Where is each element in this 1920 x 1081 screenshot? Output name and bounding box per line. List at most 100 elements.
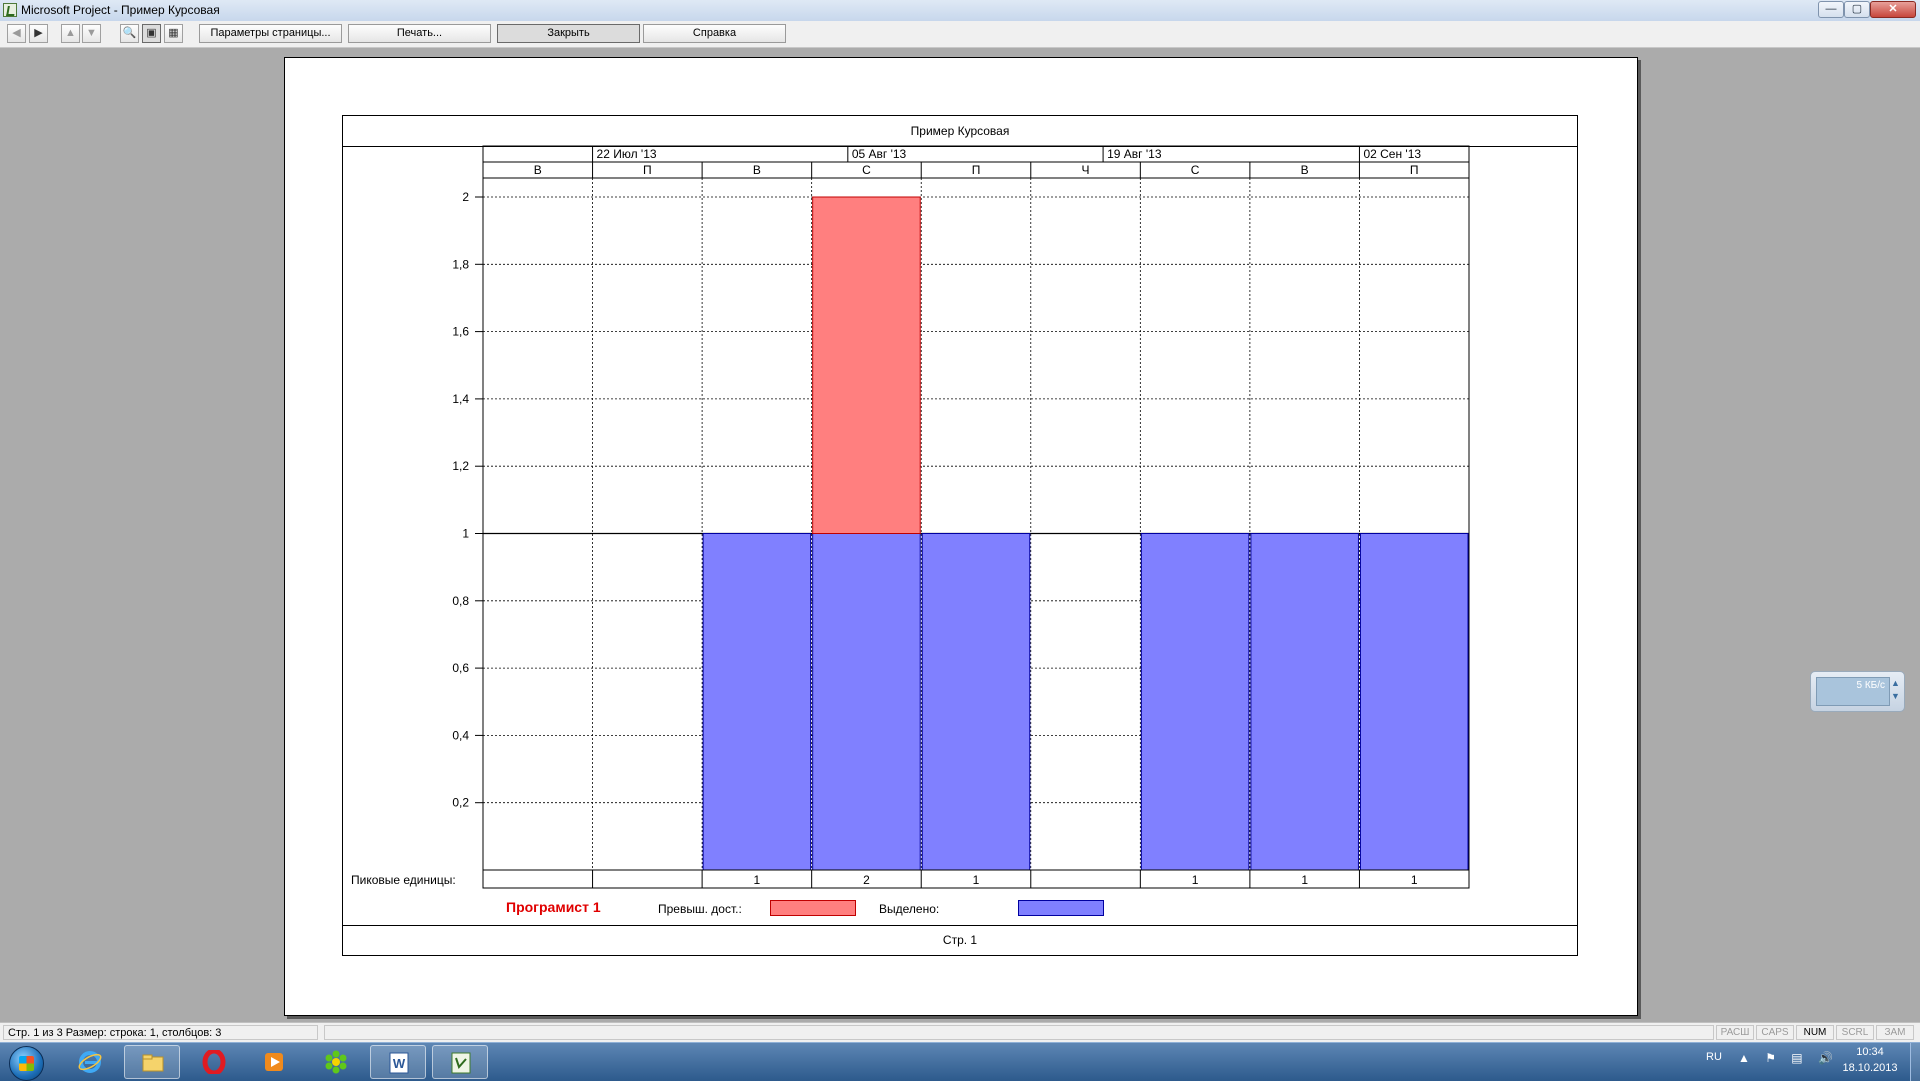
- y-tick-label: 0,2: [452, 796, 469, 810]
- word-icon: W: [389, 1052, 409, 1074]
- status-bar: Стр. 1 из 3 Размер: строка: 1, столбцов:…: [0, 1022, 1920, 1042]
- taskbar-icq[interactable]: [308, 1045, 364, 1079]
- upload-arrow-icon: ▲: [1891, 678, 1900, 688]
- timescale-major-label: 02 Сен '13: [1363, 147, 1421, 161]
- allocated-bar: [1140, 533, 1250, 871]
- y-tick-label: 0,6: [452, 661, 469, 675]
- peak-unit-value: 1: [1411, 873, 1418, 887]
- network-speed-widget[interactable]: 5 КБ/с ▲ ▼: [1810, 671, 1905, 712]
- taskbar-microsoft-word[interactable]: W: [370, 1045, 426, 1079]
- timescale-major-label: 19 Авг '13: [1107, 147, 1162, 161]
- taskbar-internet-explorer[interactable]: [62, 1045, 118, 1079]
- svg-text:W: W: [393, 1056, 406, 1071]
- y-tick-label: 0,8: [452, 594, 469, 608]
- media-player-icon: [265, 1053, 283, 1071]
- one-page-button[interactable]: ▣: [142, 24, 161, 43]
- taskbar-file-explorer[interactable]: [124, 1045, 180, 1079]
- one-page-icon: ▣: [146, 27, 157, 39]
- print-preview-toolbar: ◀ ▶ ▲ ▼ 🔍 ▣ ▦ Параметры страницы... Печа…: [0, 21, 1920, 48]
- opera-icon: [202, 1050, 226, 1074]
- category-label: П: [1410, 163, 1419, 177]
- overallocated-bar: [812, 196, 921, 534]
- network-speed-display: 5 КБ/с: [1816, 677, 1890, 706]
- multiple-pages-icon: ▦: [168, 27, 179, 39]
- y-tick-label: 1: [462, 527, 469, 541]
- allocated-bar: [702, 533, 812, 871]
- category-label: П: [643, 163, 652, 177]
- indicator-num: NUM: [1796, 1025, 1834, 1040]
- page-up-button[interactable]: ▲: [61, 24, 80, 43]
- project-icon: [451, 1052, 471, 1074]
- folder-icon: [142, 1054, 164, 1072]
- taskbar: W RU ▲ ⚑ ▤ 🔊 10:34 18.10.2013: [0, 1042, 1920, 1081]
- indicator-caps: CAPS: [1756, 1025, 1794, 1040]
- y-tick-label: 1,6: [452, 325, 469, 339]
- page-number: Стр. 1: [942, 933, 978, 947]
- preview-page: Пример Курсовая 22 Июл '13 05 Авг '13 19 А…: [284, 57, 1638, 1016]
- y-tick-label: 1,2: [452, 459, 469, 473]
- multiple-pages-button[interactable]: ▦: [164, 24, 183, 43]
- notification-area-icons[interactable]: ▲ ⚑ ▤ 🔊: [1738, 1051, 1839, 1065]
- maximize-button[interactable]: ▢: [1844, 1, 1870, 18]
- taskbar-opera[interactable]: [186, 1045, 242, 1079]
- category-label: В: [534, 163, 542, 177]
- project-app-icon: [3, 3, 17, 17]
- arrow-right-icon: ▶: [34, 27, 43, 39]
- next-page-button[interactable]: ▶: [29, 24, 48, 43]
- minimize-icon: —: [1825, 3, 1837, 15]
- status-text: Стр. 1 из 3 Размер: строка: 1, столбцов:…: [3, 1025, 318, 1040]
- category-label: В: [753, 163, 761, 177]
- close-window-button[interactable]: ✕: [1870, 1, 1916, 18]
- icq-flower-icon: [325, 1050, 347, 1074]
- status-panel: [324, 1025, 1714, 1040]
- language-indicator[interactable]: RU: [1706, 1051, 1722, 1063]
- allocated-bar: [1359, 533, 1469, 871]
- page-down-button[interactable]: ▼: [82, 24, 101, 43]
- peak-unit-value: 1: [754, 873, 761, 887]
- page-setup-button[interactable]: Параметры страницы...: [199, 24, 342, 43]
- network-arrows: ▲ ▼: [1891, 677, 1900, 703]
- show-desktop-button[interactable]: [1910, 1043, 1920, 1081]
- help-button[interactable]: Справка: [643, 24, 786, 43]
- overallocated-legend-swatch: [770, 900, 856, 916]
- timescale-major-label: 22 Июл '13: [597, 147, 657, 161]
- maximize-icon: ▢: [1851, 3, 1863, 15]
- indicator-ext: РАСШ: [1716, 1025, 1754, 1040]
- prev-page-button[interactable]: ◀: [7, 24, 26, 43]
- peak-unit-value: 1: [973, 873, 980, 887]
- page-setup-label: Параметры страницы...: [210, 27, 331, 39]
- clock-time[interactable]: 10:34: [1840, 1046, 1900, 1058]
- y-tick-label: 0,4: [452, 728, 469, 742]
- overallocated-legend-label: Превыш. дост.:: [658, 902, 742, 916]
- close-label: Закрыть: [547, 27, 590, 39]
- print-label: Печать...: [396, 27, 443, 39]
- help-label: Справка: [692, 27, 737, 39]
- category-label: Ч: [1082, 163, 1090, 177]
- print-button[interactable]: Печать...: [348, 24, 491, 43]
- y-tick-label: 1,4: [452, 392, 469, 406]
- download-arrow-icon: ▼: [1891, 691, 1900, 701]
- y-tick-label: 1,8: [452, 257, 469, 271]
- zoom-button[interactable]: 🔍: [120, 24, 139, 43]
- y-tick-label: 2: [462, 190, 469, 204]
- category-label: В: [1301, 163, 1309, 177]
- indicator-scrl: SCRL: [1836, 1025, 1874, 1040]
- close-icon: ✕: [1888, 3, 1898, 15]
- start-button[interactable]: [4, 1044, 48, 1081]
- timescale-major-label: 05 Авг '13: [852, 147, 907, 161]
- category-label: С: [1191, 163, 1200, 177]
- minimize-button[interactable]: —: [1818, 1, 1844, 18]
- report-frame: Пример Курсовая 22 Июл '13 05 Авг '13 19 А…: [342, 115, 1578, 956]
- peak-units-label: Пиковые единицы:: [351, 873, 456, 887]
- arrow-up-icon: ▲: [65, 27, 76, 39]
- arrow-left-icon: ◀: [12, 27, 21, 39]
- allocated-bar: [812, 533, 921, 871]
- taskbar-microsoft-project[interactable]: [432, 1045, 488, 1079]
- taskbar-media-player[interactable]: [246, 1045, 302, 1079]
- close-preview-button[interactable]: Закрыть: [497, 24, 640, 43]
- clock-date[interactable]: 18.10.2013: [1830, 1062, 1910, 1074]
- peak-unit-value: 1: [1301, 873, 1308, 887]
- resource-graph: 22 Июл '13 05 Авг '13 19 Авг '13 02 Сен '13…: [351, 145, 1470, 889]
- category-label: П: [972, 163, 981, 177]
- allocated-legend-label: Выделено:: [879, 902, 940, 916]
